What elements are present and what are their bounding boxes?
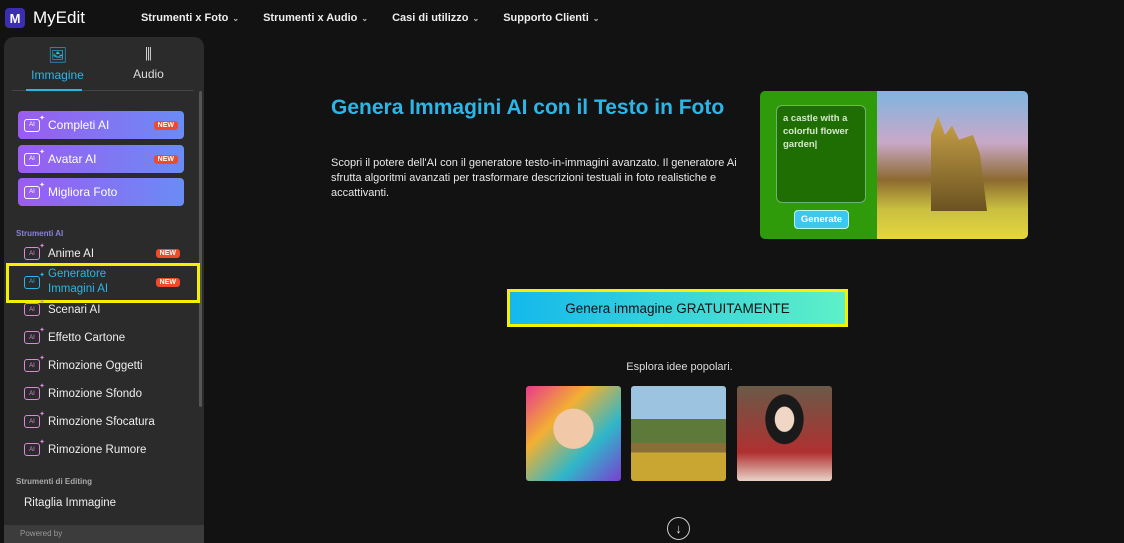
- scrollbar[interactable]: [199, 91, 202, 407]
- item-label: Rimozione Sfocatura: [48, 415, 155, 428]
- demo-preview: a castle with a colorful flower garden| …: [760, 91, 1028, 239]
- page-title: Genera Immagini AI con il Testo in Foto: [331, 96, 725, 119]
- ai-icon: AI: [24, 438, 45, 456]
- sidebar-item-scenari-ai[interactable]: AIScenari AI: [24, 298, 194, 316]
- nav-label: Strumenti x Audio: [263, 12, 358, 24]
- selection-highlight: [6, 263, 200, 303]
- featured-completi-ai[interactable]: AICompleti AI NEW: [18, 111, 184, 139]
- ai-icon: AI: [24, 410, 45, 428]
- top-nav-bar: M MyEdit Strumenti x Foto ⌄ Strumenti x A…: [0, 0, 1124, 36]
- item-label: Anime AI: [48, 247, 95, 260]
- sidebar-item-rimozione-sfocatura[interactable]: AIRimozione Sfocatura: [24, 410, 194, 428]
- nav-label: Strumenti x Foto: [140, 12, 229, 24]
- idea-thumbnail-landscape[interactable]: [631, 386, 726, 481]
- item-label: Rimozione Rumore: [48, 443, 147, 456]
- section-strumenti-editing: Strumenti di Editing: [16, 477, 92, 486]
- logo[interactable]: M MyEdit: [5, 8, 85, 28]
- item-label: Migliora Foto: [48, 185, 118, 199]
- nav-strumenti-audio[interactable]: Strumenti x Audio ⌄: [263, 12, 368, 24]
- nav-casi-utilizzo[interactable]: Casi di utilizzo ⌄: [392, 12, 479, 24]
- ai-icon: AI: [24, 326, 45, 344]
- waveform-icon: ⫼: [145, 46, 152, 63]
- chevron-down-icon: ⌄: [592, 13, 600, 23]
- scroll-down-icon[interactable]: ↓: [667, 517, 690, 540]
- chevron-down-icon: ⌄: [472, 13, 480, 23]
- powered-by: Powered by: [4, 525, 204, 543]
- section-strumenti-ai: Strumenti AI: [16, 229, 64, 238]
- ai-icon: AI: [24, 114, 45, 132]
- sidebar-item-rimozione-oggetti[interactable]: AIRimozione Oggetti: [24, 354, 194, 372]
- item-label: Scenari AI: [48, 303, 101, 316]
- ai-icon: AI: [24, 354, 45, 372]
- ai-icon: AI: [24, 148, 45, 166]
- new-badge: NEW: [153, 120, 178, 130]
- nav-supporto-clienti[interactable]: Supporto Clienti ⌄: [503, 12, 599, 24]
- sidebar-item-ritaglia-immagine[interactable]: Ritaglia Immagine: [24, 497, 194, 509]
- sidebar-item-effetto-cartone[interactable]: AIEffetto Cartone: [24, 326, 194, 344]
- demo-generate-button: Generate: [794, 210, 849, 229]
- explore-label: Esplora idee popolari.: [626, 361, 733, 373]
- item-label: Effetto Cartone: [48, 331, 126, 344]
- tab-label: Immagine: [31, 67, 84, 82]
- nav-label: Supporto Clienti: [503, 12, 589, 24]
- ai-icon: AI: [24, 181, 45, 199]
- ai-icon: AI: [24, 242, 45, 260]
- chevron-down-icon: ⌄: [361, 13, 369, 23]
- tab-label: Audio: [133, 67, 164, 81]
- idea-thumbnail-portrait[interactable]: [737, 386, 832, 481]
- ai-icon: AI: [24, 298, 45, 316]
- new-badge: NEW: [155, 249, 180, 258]
- tab-immagine[interactable]: 🖼 Immagine: [12, 37, 103, 91]
- chevron-down-icon: ⌄: [232, 13, 240, 23]
- demo-castle-image: [877, 91, 1028, 239]
- item-label: Rimozione Sfondo: [48, 387, 142, 400]
- generate-free-button[interactable]: Genera immagine GRATUITAMENTE: [507, 289, 848, 327]
- castle-shape: [931, 116, 987, 211]
- logo-text: MyEdit: [33, 8, 85, 27]
- nav-label: Casi di utilizzo: [392, 12, 469, 24]
- logo-icon: M: [5, 8, 25, 28]
- page-description: Scopri il potere dell'AI con il generato…: [331, 157, 737, 199]
- sidebar-item-rimozione-sfondo[interactable]: AIRimozione Sfondo: [24, 382, 194, 400]
- featured-avatar-ai[interactable]: AIAvatar AI NEW: [18, 145, 184, 173]
- item-label: Rimozione Oggetti: [48, 359, 143, 372]
- sidebar-item-anime-ai[interactable]: AIAnime AI NEW: [24, 242, 194, 260]
- ai-icon: AI: [24, 382, 45, 400]
- item-label: Avatar AI: [48, 152, 97, 166]
- idea-thumbnail-anime[interactable]: [526, 386, 621, 481]
- featured-migliora-foto[interactable]: AIMigliora Foto: [18, 178, 184, 206]
- item-label: Completi AI: [48, 118, 110, 132]
- tab-audio[interactable]: ⫼ Audio: [103, 37, 194, 90]
- item-label: Ritaglia Immagine: [24, 497, 117, 509]
- demo-prompt: a castle with a colorful flower garden|: [776, 105, 866, 203]
- nav-strumenti-foto[interactable]: Strumenti x Foto ⌄: [141, 12, 239, 24]
- image-icon: 🖼: [47, 46, 68, 64]
- new-badge: NEW: [153, 154, 178, 164]
- sidebar-item-rimozione-rumore[interactable]: AIRimozione Rumore: [24, 438, 194, 456]
- sidebar: 🖼Immagine ⫼Audio AICompleti AINEW AIAvat…: [4, 37, 204, 543]
